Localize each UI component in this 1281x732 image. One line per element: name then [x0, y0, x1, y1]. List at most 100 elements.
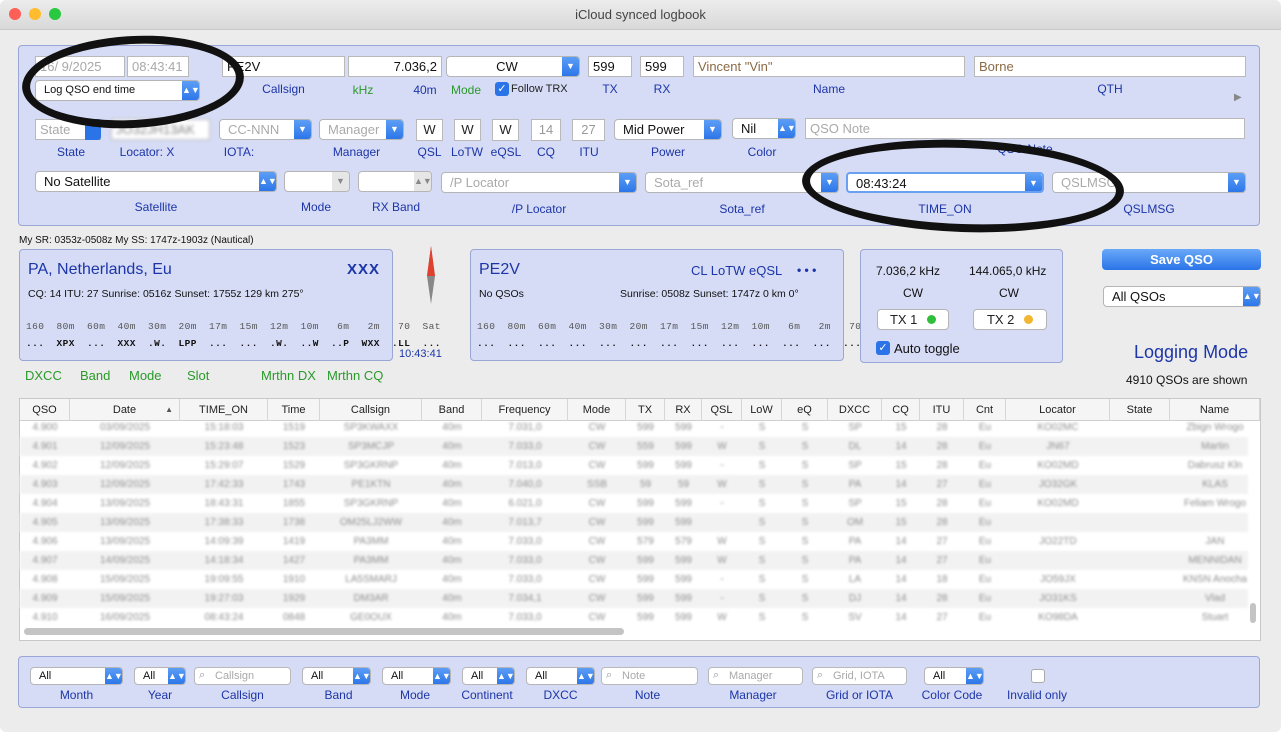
- auto-toggle-checkbox[interactable]: ✓: [876, 341, 890, 355]
- band-filter[interactable]: All ▲▼: [302, 667, 371, 685]
- minimize-icon[interactable]: [29, 8, 41, 20]
- tx2-frequency: 144.065,0 kHz: [969, 264, 1047, 278]
- table-row[interactable]: 4.905 13/09/2025 17:38:33 1738 OM25LJ2WW 40m 7…: [20, 513, 1248, 532]
- iota-value: CC-NNN: [228, 122, 280, 137]
- qsl-field[interactable]: W: [416, 119, 443, 141]
- table-cell: 12/09/2025: [99, 479, 151, 490]
- mode-filter[interactable]: All ▲▼: [382, 667, 451, 685]
- save-qso-button[interactable]: Save QSO: [1102, 249, 1261, 270]
- qth-field[interactable]: Borne: [974, 56, 1246, 77]
- eqsl-field[interactable]: W: [492, 119, 519, 141]
- sat-mode-select[interactable]: ▼: [284, 171, 350, 192]
- continent-filter[interactable]: All ▲▼: [462, 667, 515, 685]
- chevron-updown-icon: ▲▼: [353, 668, 370, 684]
- link-mode[interactable]: Mode: [129, 368, 162, 383]
- power-select[interactable]: Mid Power ▼: [614, 119, 722, 140]
- table-cell: 4.901: [32, 441, 58, 452]
- month-filter[interactable]: All ▲▼: [30, 667, 123, 685]
- link-slot[interactable]: Slot: [187, 368, 209, 383]
- manager-filter[interactable]: Manager: [708, 667, 803, 685]
- auto-toggle-label: Auto toggle: [894, 341, 960, 356]
- time-on-select[interactable]: 08:43:24 ▼: [846, 172, 1044, 193]
- year-filter[interactable]: All ▲▼: [134, 667, 186, 685]
- close-icon[interactable]: [9, 8, 21, 20]
- table-row[interactable]: 4.900 03/09/2025 15:18:03 1519 SP3KWAXX 40m 7.…: [20, 418, 1248, 437]
- qslmsg-select[interactable]: QSLMSG ▼: [1052, 172, 1246, 193]
- cq-field[interactable]: 14: [531, 119, 561, 141]
- table-cell: SV: [848, 612, 862, 623]
- zoom-icon[interactable]: [49, 8, 61, 20]
- table-row[interactable]: 4.910 16/09/2025 08:43:24 0848 GE0OUX 40m 7.03…: [20, 608, 1248, 627]
- table-row[interactable]: 4.903 12/09/2025 17:42:33 1743 PE1KTN 40m 7.04…: [20, 475, 1248, 494]
- color-code-filter[interactable]: All ▲▼: [924, 667, 984, 685]
- tx-rst-field[interactable]: 599: [588, 56, 632, 77]
- table-row[interactable]: 4.904 13/09/2025 18:43:31 1855 SP3GKRNP 40m 6.…: [20, 494, 1248, 513]
- link-marathon-cq[interactable]: Mrthn CQ: [327, 368, 383, 383]
- table-cell: 4.903: [32, 479, 58, 490]
- color-select[interactable]: Nil ▲▼: [732, 118, 796, 139]
- table-cell: SP3KWAXX: [343, 422, 399, 433]
- callsign-filter[interactable]: Callsign: [194, 667, 291, 685]
- tx2-button[interactable]: TX 2: [973, 309, 1047, 330]
- log-time-select[interactable]: Log QSO end time ▲▼: [35, 80, 200, 101]
- iota-select[interactable]: CC-NNN ▼: [219, 119, 312, 140]
- frequency-field[interactable]: 7.036,2: [348, 56, 442, 77]
- vertical-scrollbar[interactable]: [1250, 603, 1256, 623]
- grid-filter[interactable]: Grid, IOTA: [812, 667, 907, 685]
- table-cell: 14: [895, 593, 907, 604]
- table-row[interactable]: 4.906 13/09/2025 14:09:39 1419 PA3MM 40m 7.033…: [20, 532, 1248, 551]
- itu-field[interactable]: 27: [572, 119, 605, 141]
- table-row[interactable]: 4.901 12/09/2025 15:23:48 1523 SP3MCJP 40m 7.0…: [20, 437, 1248, 456]
- name-field[interactable]: Vincent "Vin": [693, 56, 965, 77]
- sota-select[interactable]: Sota_ref ▼: [645, 172, 839, 193]
- manager-select[interactable]: Manager ▼: [319, 119, 404, 140]
- callsign-field[interactable]: PE2V: [222, 56, 345, 77]
- table-cell: PA: [848, 479, 862, 490]
- band-filter-value: All: [311, 670, 324, 682]
- tx1-frequency: 7.036,2 kHz: [876, 264, 941, 278]
- state-picker-icon[interactable]: [85, 119, 101, 140]
- table-cell: Eu: [978, 555, 992, 566]
- table-row[interactable]: 4.908 15/09/2025 19:09:55 1910 LA5SMARJ 40m 7.…: [20, 570, 1248, 589]
- table-cell: CW: [588, 422, 606, 433]
- table-cell: 40m: [442, 422, 462, 433]
- lotw-label: LoTW: [450, 145, 483, 159]
- table-row[interactable]: 4.902 12/09/2025 15:29:07 1529 SP3GKRNP 40m 7.…: [20, 456, 1248, 475]
- rx-band-select[interactable]: ▲▼: [358, 171, 432, 192]
- table-cell: S: [801, 441, 809, 452]
- time-field[interactable]: 08:43:41: [127, 56, 189, 77]
- view-filter-select[interactable]: All QSOs ▲▼: [1103, 286, 1261, 307]
- callsign-card: PE2V CL LoTW eQSL • • • No QSOs Sunrise:…: [470, 249, 891, 361]
- date-field[interactable]: 16/ 9/2025: [35, 56, 125, 77]
- invalid-only-checkbox[interactable]: [1031, 669, 1045, 683]
- table-cell: OM25LJ2WW: [339, 517, 403, 528]
- table-cell: 15: [895, 498, 907, 509]
- table-row[interactable]: 4.909 15/09/2025 19:27:03 1929 DM3AR 40m 7.034…: [20, 589, 1248, 608]
- dxcc-flags: XXX: [346, 261, 380, 278]
- table-cell: KO02MD: [1037, 498, 1079, 509]
- qso-note-field[interactable]: QSO Note: [805, 118, 1245, 139]
- link-dxcc[interactable]: DXCC: [25, 368, 62, 383]
- mode-select[interactable]: CW ▼: [446, 56, 580, 77]
- table-row[interactable]: 4.907 14/09/2025 14:18:34 1427 PA3MM 40m 7.033…: [20, 551, 1248, 570]
- qth-label: QTH: [1097, 82, 1123, 96]
- link-band[interactable]: Band: [80, 368, 110, 383]
- expand-arrow-icon[interactable]: ▶: [1234, 92, 1242, 103]
- p-locator-select[interactable]: /P Locator ▼: [441, 172, 637, 193]
- satellite-select[interactable]: No Satellite ▲▼: [35, 171, 277, 192]
- table-cell: S: [801, 517, 809, 528]
- link-marathon-dx[interactable]: Mrthn DX: [261, 368, 316, 383]
- dxcc-filter[interactable]: All ▲▼: [526, 667, 595, 685]
- table-cell: PE1KTN: [351, 479, 391, 490]
- note-filter[interactable]: Note: [601, 667, 698, 685]
- horizontal-scrollbar[interactable]: [24, 628, 624, 635]
- chevron-updown-icon: ▲▼: [1243, 287, 1260, 306]
- table-cell: 7.033,0: [508, 574, 542, 585]
- tx1-button[interactable]: TX 1: [877, 309, 949, 330]
- table-cell: 7.040,0: [508, 479, 542, 490]
- lotw-field[interactable]: W: [454, 119, 481, 141]
- table-cell: Martin: [1201, 441, 1229, 452]
- rx-rst-field[interactable]: 599: [640, 56, 684, 77]
- locator-field[interactable]: JO32JH13AK: [111, 119, 210, 140]
- follow-trx-checkbox[interactable]: ✓: [495, 82, 509, 96]
